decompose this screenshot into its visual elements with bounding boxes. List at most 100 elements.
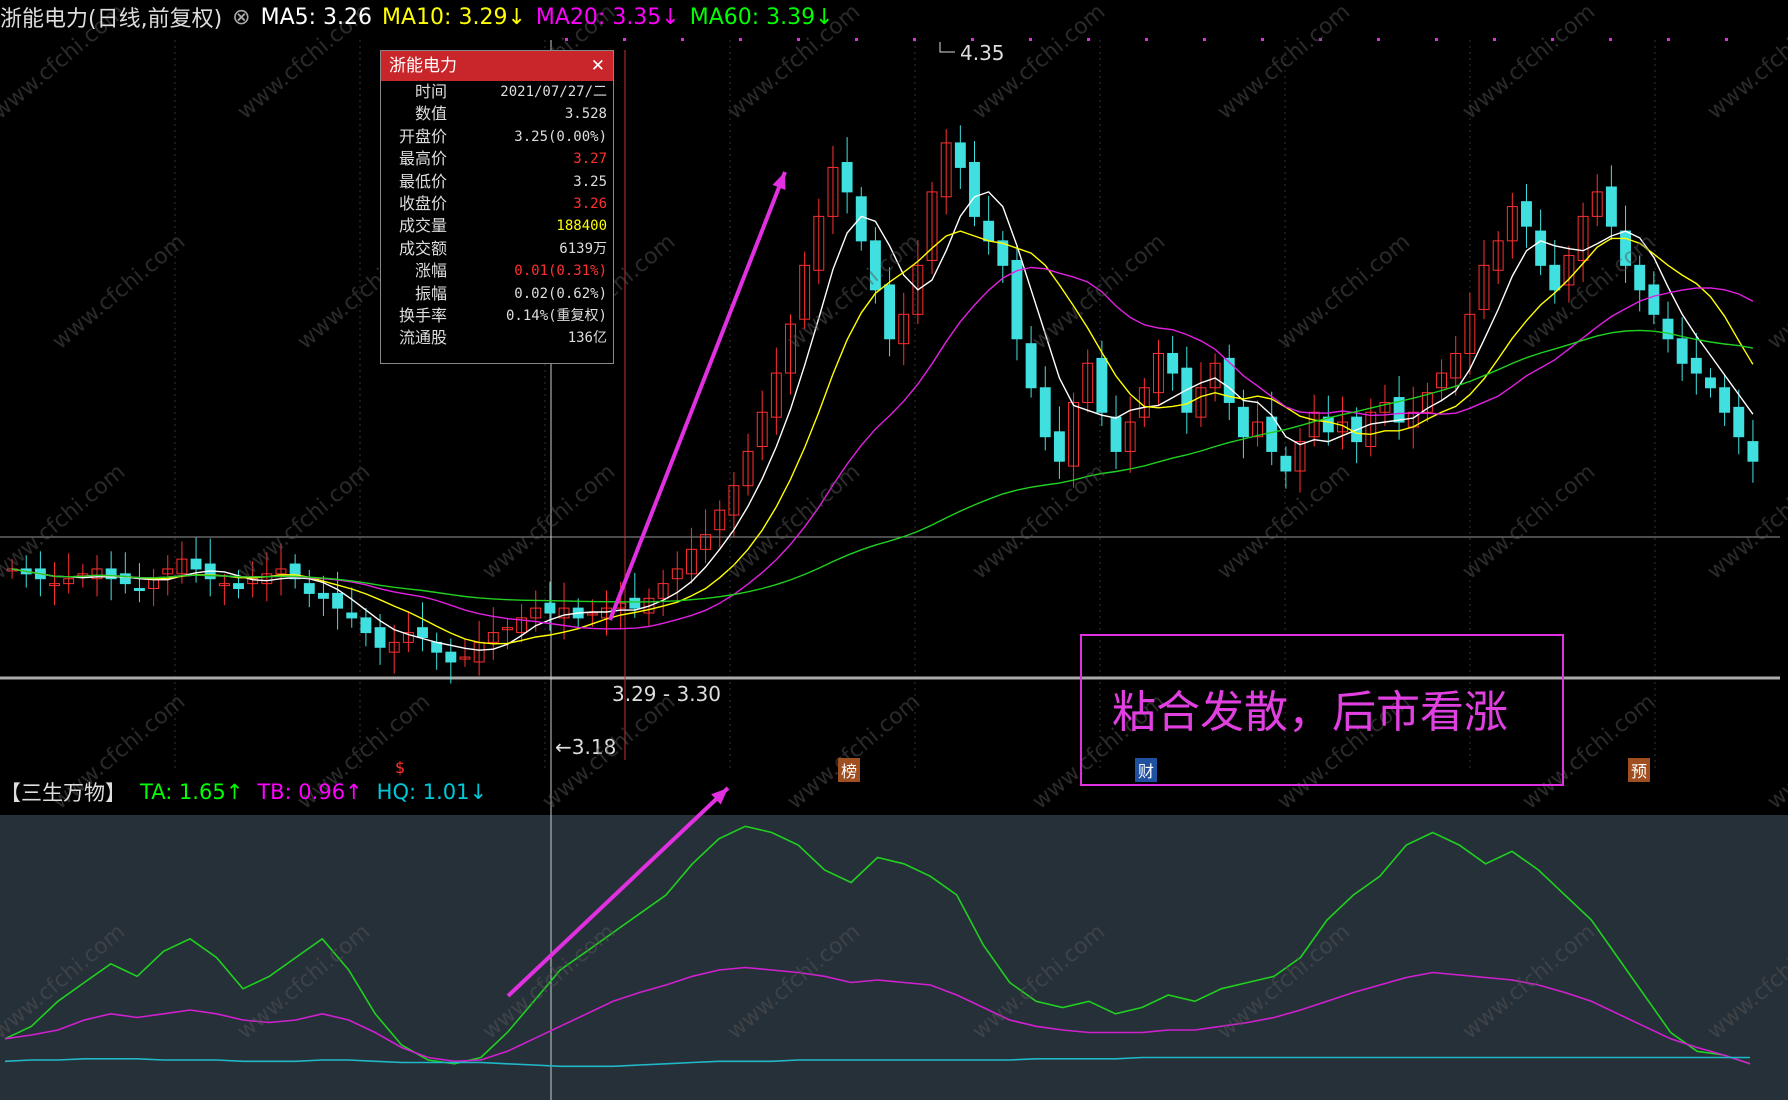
tooltip-value: 188400 (556, 218, 607, 235)
tooltip-value: 3.25(0.00%) (514, 128, 607, 145)
candle-body (1662, 318, 1674, 340)
candle-body (374, 627, 386, 648)
candle-body (841, 162, 853, 193)
tooltip-row: 时间 2021/07/27/二 (381, 81, 613, 103)
tooltip-key: 最低价 (398, 171, 447, 191)
ta-label: TA: 1.65↑ (140, 780, 244, 804)
chart-canvas: 4.35←3.183.29 - 3.30www.cfchi.com www.cfc… (0, 0, 1788, 1100)
candle-body (969, 162, 980, 217)
tooltip-row: 开盘价 3.25(0.00%) (381, 126, 613, 148)
tooltip-row: 最高价 3.27 (381, 148, 613, 170)
tooltip-key: 开盘价 (398, 126, 447, 146)
candle-body (119, 573, 131, 585)
candle-body (1733, 406, 1745, 438)
tooltip-value: 0.01(0.31%) (514, 263, 607, 280)
ma10-label: MA10: 3.29↓ (382, 4, 526, 30)
tooltip-row: 换手率 0.14%(重复权) (381, 305, 613, 327)
indicator-title: 【三生万物】 (0, 781, 126, 805)
signal-dot (739, 38, 742, 41)
candle-body (954, 142, 966, 168)
tooltip-value: 3.528 (564, 106, 607, 123)
candle-body (1549, 264, 1561, 291)
signal-dot (1261, 38, 1264, 41)
candle-body (1690, 357, 1702, 374)
signal-dot (1029, 38, 1032, 41)
tooltip-row: 流通股 136亿 (381, 327, 613, 349)
marker-bang[interactable]: 榜 (838, 758, 861, 782)
signal-dot (1609, 38, 1612, 41)
candle-body (1237, 406, 1249, 438)
tooltip-value: 3.26 (573, 195, 607, 212)
tb-label: TB: 0.96↑ (257, 780, 363, 804)
marker-dollar[interactable]: $ (392, 758, 408, 777)
candle-body (317, 592, 329, 599)
candle-body (1535, 230, 1547, 266)
candle-body (360, 617, 372, 634)
main-chart-header: 浙能电力(日线,前复权) ⊗ MA5: 3.26 MA10: 3.29↓ MA2… (0, 2, 844, 33)
signal-dot (1493, 38, 1496, 41)
tooltip-value: 3.25 (573, 173, 607, 190)
signal-dot (971, 38, 974, 41)
tooltip-value: 0.02(0.62%) (514, 285, 607, 302)
tooltip-stock-name: 浙能电力 (389, 56, 457, 76)
tooltip-row: 成交额 6139万 (381, 238, 613, 260)
tooltip-value: 6139万 (559, 240, 607, 257)
tooltip-key: 时间 (414, 82, 447, 101)
candle-body (1167, 352, 1179, 374)
candle-body (884, 284, 896, 340)
tooltip-value: 136亿 (567, 330, 607, 347)
candle-body (431, 641, 443, 653)
quote-tooltip: 浙能电力 ✕ 时间 2021/07/27/二数值 3.528 开盘价 3.25(0.00… (380, 50, 614, 364)
candle-body (134, 588, 145, 592)
candle-body (1605, 186, 1617, 227)
tooltip-row: 最低价 3.25 (381, 171, 613, 193)
signal-dot (623, 38, 626, 41)
candle-body (346, 612, 358, 619)
tooltip-key: 流通股 (398, 328, 447, 348)
hq-label: HQ: 1.01↓ (376, 780, 488, 804)
tooltip-row: 振幅 0.02(0.62%) (381, 283, 613, 305)
tooltip-row: 收盘价 3.26 (381, 193, 613, 215)
candle-body (1676, 338, 1688, 364)
candle-body (303, 583, 315, 594)
annotation-text: 粘合发散，后市看涨 (1112, 687, 1508, 738)
tooltip-row: 涨幅 0.01(0.31%) (381, 260, 613, 282)
ma5-label: MA5: 3.26 (260, 4, 373, 30)
candle-body (1039, 387, 1051, 438)
tooltip-key: 最高价 (398, 149, 447, 169)
candle-body (1705, 377, 1716, 389)
signal-dot (1667, 38, 1670, 41)
candle-body (1719, 387, 1731, 413)
marker-cai[interactable]: 财 (1135, 758, 1158, 782)
signal-dot (913, 38, 916, 41)
settings-icon[interactable]: ⊗ (232, 5, 250, 30)
signal-dot (1087, 38, 1090, 41)
tooltip-key: 换手率 (398, 305, 447, 325)
close-icon[interactable]: ✕ (591, 51, 605, 81)
chart-title: 浙能电力(日线,前复权) (0, 7, 223, 32)
signal-dot (1435, 38, 1438, 41)
candle-body (417, 627, 428, 638)
tooltip-value: 2021/07/27/二 (500, 84, 607, 100)
ma60-label: MA60: 3.39↓ (689, 4, 834, 30)
candle-body (1266, 416, 1278, 452)
signal-dot (1203, 38, 1206, 41)
candle-body (1280, 455, 1292, 472)
tooltip-key: 成交额 (398, 238, 447, 258)
marker-yu[interactable]: 预 (1628, 758, 1651, 782)
candle-body (544, 602, 556, 614)
candle-body (1096, 357, 1108, 413)
tooltip-key: 涨幅 (414, 261, 447, 281)
tooltip-value: 0.14%(重复权) (505, 307, 607, 324)
indicator-header: 【三生万物】 TA: 1.65↑ TB: 0.96↑ HQ: 1.01↓ (0, 778, 501, 806)
tooltip-key: 成交量 (398, 216, 447, 236)
tooltip-value: 3.27 (573, 151, 607, 168)
signal-dot (1377, 38, 1380, 41)
candle-body (983, 220, 995, 242)
candle-body (190, 558, 202, 570)
candle-body (1025, 343, 1037, 389)
tooltip-key: 数值 (414, 104, 447, 124)
candle-body (1634, 264, 1646, 291)
candle-body (233, 583, 244, 590)
candle-body (445, 651, 457, 663)
